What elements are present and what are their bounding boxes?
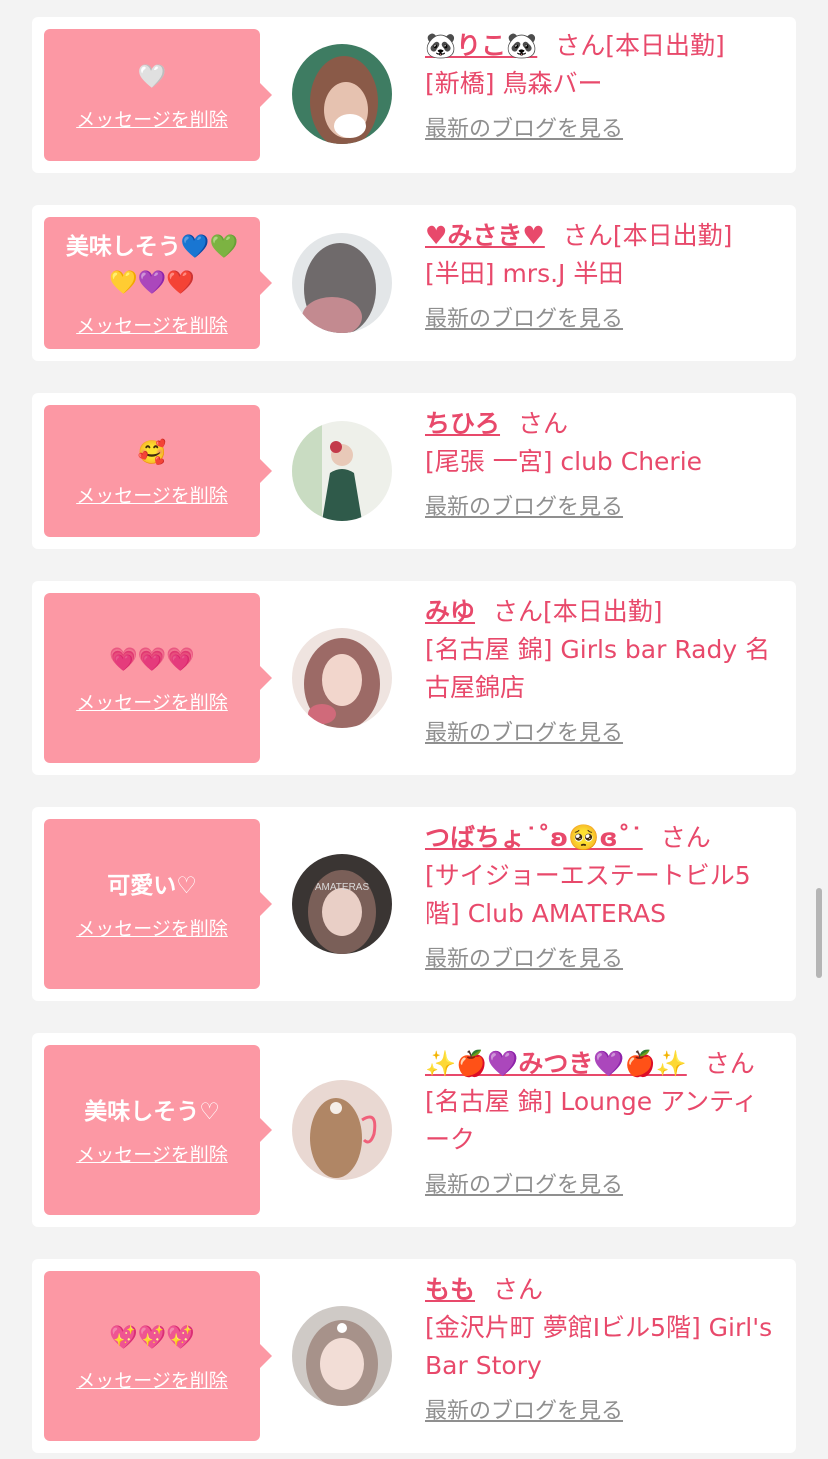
message-text: 🤍	[137, 63, 167, 90]
message-card: 美味しそう💙💚 💛💜❤️ メッセージを削除 ♥みさき♥ さん[本日出勤] [半田]…	[32, 205, 796, 361]
profile-name-link[interactable]: もも	[425, 1275, 475, 1304]
shop-name: [金沢片町 夢館Ⅰビル5階] Girl's Bar Story	[425, 1313, 773, 1380]
latest-blog-link[interactable]: 最新のブログを見る	[425, 111, 623, 143]
scrollbar[interactable]	[816, 888, 822, 978]
profile-name-link[interactable]: ♥みさき♥	[425, 221, 545, 250]
honorific-status: さん[本日出勤]	[555, 31, 725, 60]
message-bubble: 美味しそう♡ メッセージを削除	[44, 1045, 272, 1215]
profile-info: みゆ さん[本日出勤] [名古屋 錦] Girls bar Rady 名古屋錦店 …	[425, 593, 782, 747]
latest-blog-link[interactable]: 最新のブログを見る	[425, 301, 623, 333]
honorific-status: さん[本日出勤]	[493, 597, 663, 626]
profile-name-link[interactable]: つばちょ˙˚ʚ🥺ɞ˚˙	[425, 823, 643, 852]
delete-message-link[interactable]: メッセージを削除	[76, 688, 228, 715]
avatar[interactable]	[292, 1306, 392, 1406]
message-bubble: 💗💗💗 メッセージを削除	[44, 593, 272, 763]
message-card: 🥰 メッセージを削除 ちひろ さん [尾張 一宮] club Cherie 最新の…	[32, 393, 796, 549]
message-card: 可愛い♡ メッセージを削除 AMATERAS つばちょ˙˚ʚ🥺ɞ˚˙ さん [サイ…	[32, 807, 796, 1001]
message-bubble: 🥰 メッセージを削除	[44, 405, 272, 537]
latest-blog-link[interactable]: 最新のブログを見る	[425, 715, 623, 747]
profile-name-link[interactable]: ✨🍎💜みつき💜🍎✨	[425, 1049, 687, 1078]
delete-message-link[interactable]: メッセージを削除	[76, 481, 228, 508]
honorific-status: さん	[493, 1275, 544, 1304]
avatar[interactable]	[292, 1080, 392, 1180]
profile-name-link[interactable]: ちひろ	[425, 409, 500, 438]
profile-name-link[interactable]: 🐼りこ🐼	[425, 31, 537, 60]
message-text: 可愛い♡	[107, 872, 197, 899]
profile-name-link[interactable]: みゆ	[425, 597, 475, 626]
latest-blog-link[interactable]: 最新のブログを見る	[425, 1393, 623, 1425]
honorific-status: さん	[518, 409, 569, 438]
latest-blog-link[interactable]: 最新のブログを見る	[425, 941, 623, 973]
message-text: 🥰	[137, 439, 167, 466]
message-bubble: 🤍 メッセージを削除	[44, 29, 272, 161]
message-text: 美味しそう♡	[84, 1098, 220, 1125]
message-bubble: 美味しそう💙💚 💛💜❤️ メッセージを削除	[44, 217, 272, 349]
message-card: 💖💖💖 メッセージを削除 もも さん [金沢片町 夢館Ⅰビル5階] Girl's …	[32, 1259, 796, 1453]
profile-info: ♥みさき♥ さん[本日出勤] [半田] mrs.J 半田 最新のブログを見る	[425, 217, 782, 333]
message-card: 🤍 メッセージを削除 🐼りこ🐼 さん[本日出勤] [新橋] 鳥森バー 最新のブログ…	[32, 17, 796, 173]
shop-name: [尾張 一宮] club Cherie	[425, 447, 703, 476]
message-text: 💗💗💗	[109, 646, 195, 673]
avatar[interactable]: AMATERAS	[292, 854, 392, 954]
delete-message-link[interactable]: メッセージを削除	[76, 914, 228, 941]
latest-blog-link[interactable]: 最新のブログを見る	[425, 1167, 623, 1199]
profile-info: ✨🍎💜みつき💜🍎✨ さん [名古屋 錦] Lounge アンティーク 最新のブログ…	[425, 1045, 782, 1199]
delete-message-link[interactable]: メッセージを削除	[76, 1366, 228, 1393]
message-card: 美味しそう♡ メッセージを削除 ✨🍎💜みつき💜🍎✨ さん [名古屋 錦] Loun…	[32, 1033, 796, 1227]
honorific-status: さん	[704, 1049, 755, 1078]
delete-message-link[interactable]: メッセージを削除	[76, 1140, 228, 1167]
shop-name: [サイジョーエステートビル5階] Club AMATERAS	[425, 861, 751, 928]
message-text: 💖💖💖	[109, 1324, 195, 1351]
message-text: 美味しそう💙💚 💛💜❤️	[65, 233, 239, 296]
shop-name: [半田] mrs.J 半田	[425, 259, 624, 288]
avatar[interactable]	[292, 421, 392, 521]
shop-name: [名古屋 錦] Girls bar Rady 名古屋錦店	[425, 635, 771, 702]
shop-name: [名古屋 錦] Lounge アンティーク	[425, 1087, 758, 1154]
delete-message-link[interactable]: メッセージを削除	[76, 105, 228, 132]
message-bubble: 💖💖💖 メッセージを削除	[44, 1271, 272, 1441]
profile-info: ちひろ さん [尾張 一宮] club Cherie 最新のブログを見る	[425, 405, 782, 521]
shop-name: [新橋] 鳥森バー	[425, 69, 603, 98]
honorific-status: さん[本日出勤]	[562, 221, 733, 250]
message-list: 🤍 メッセージを削除 🐼りこ🐼 さん[本日出勤] [新橋] 鳥森バー 最新のブログ…	[0, 0, 828, 1459]
profile-info: もも さん [金沢片町 夢館Ⅰビル5階] Girl's Bar Story 最新の…	[425, 1271, 782, 1425]
message-bubble: 可愛い♡ メッセージを削除	[44, 819, 272, 989]
avatar[interactable]	[292, 44, 392, 144]
profile-info: 🐼りこ🐼 さん[本日出勤] [新橋] 鳥森バー 最新のブログを見る	[425, 27, 782, 143]
honorific-status: さん	[660, 823, 711, 852]
avatar[interactable]	[292, 628, 392, 728]
delete-message-link[interactable]: メッセージを削除	[76, 311, 228, 338]
svg-text:AMATERAS: AMATERAS	[315, 882, 370, 893]
avatar[interactable]	[292, 233, 392, 333]
profile-info: つばちょ˙˚ʚ🥺ɞ˚˙ さん [サイジョーエステートビル5階] Club AMAT…	[425, 819, 782, 973]
message-card: 💗💗💗 メッセージを削除 みゆ さん[本日出勤] [名古屋 錦] Girls ba…	[32, 581, 796, 775]
latest-blog-link[interactable]: 最新のブログを見る	[425, 489, 623, 521]
